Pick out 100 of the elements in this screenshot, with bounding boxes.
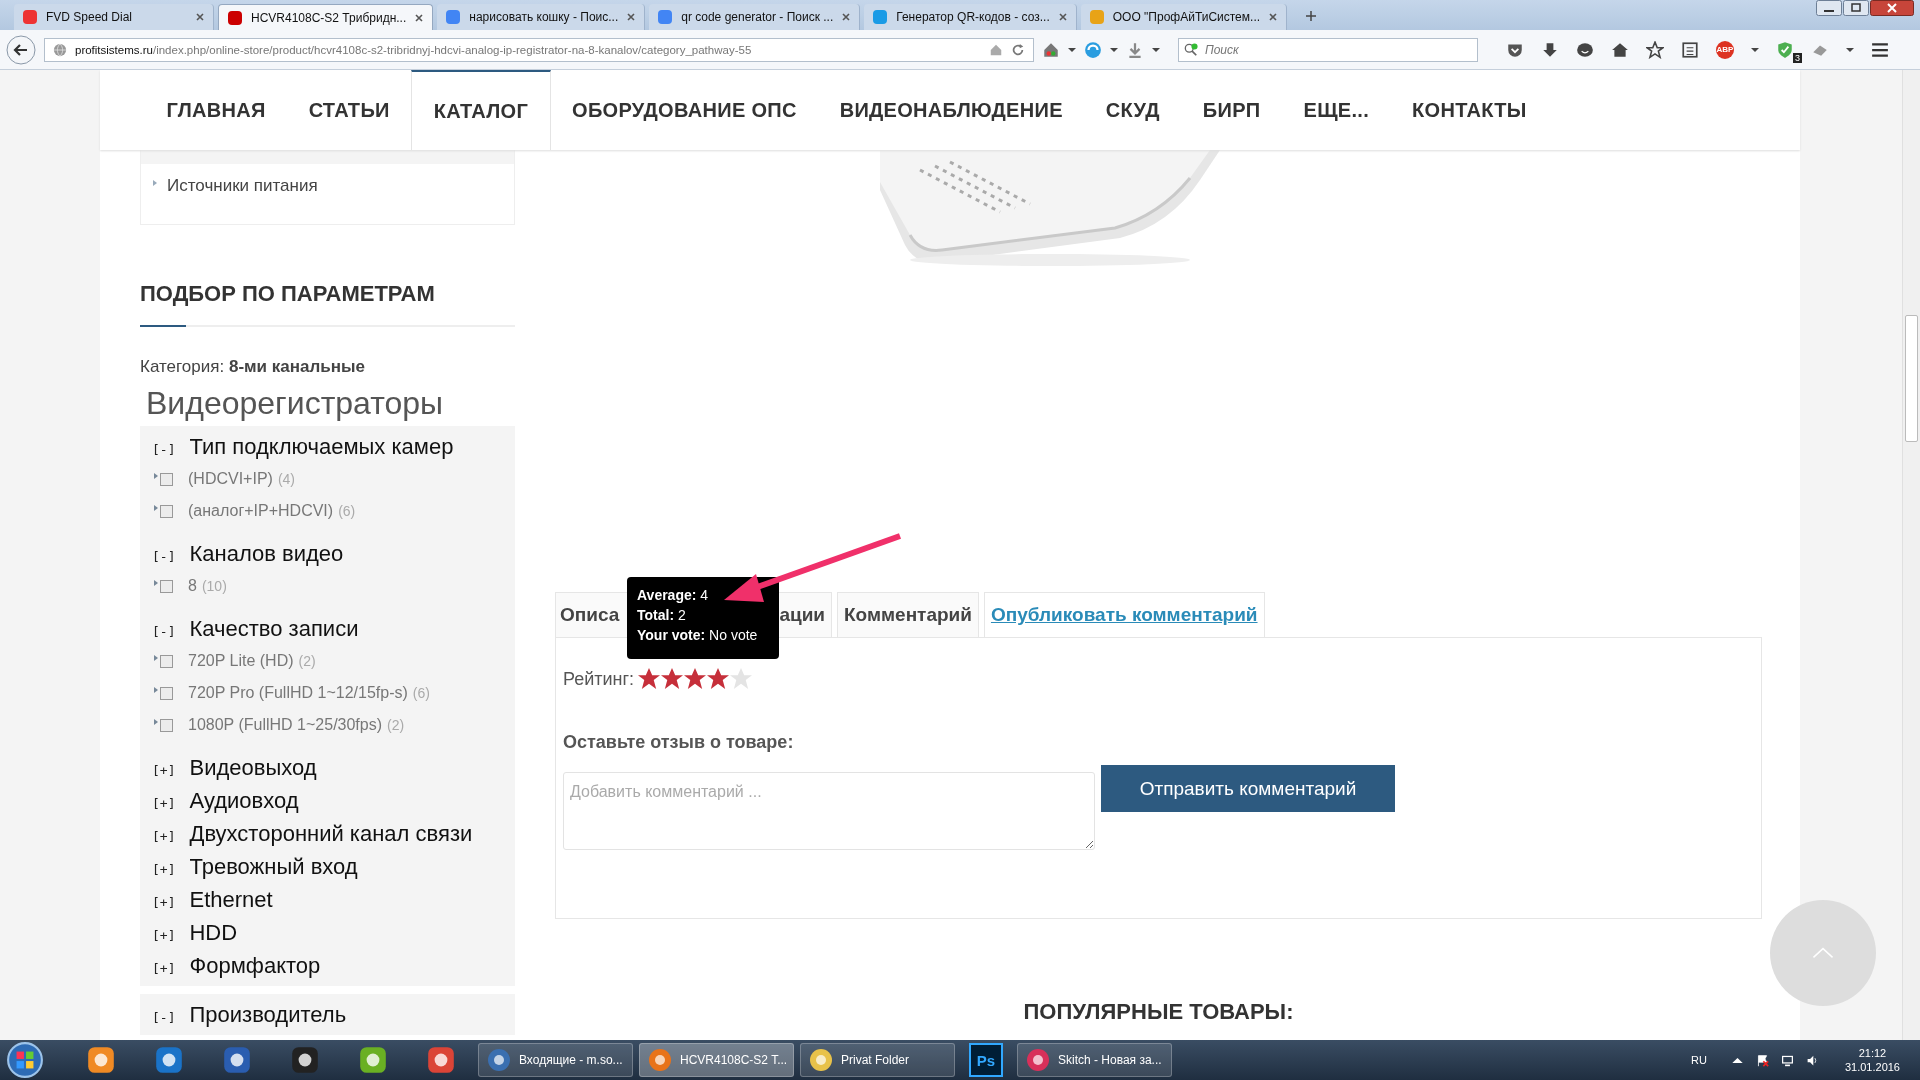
expand-toggle[interactable]: [-] [152,540,176,573]
star-icon[interactable] [684,668,707,690]
reading-list-icon[interactable] [1681,40,1699,59]
caret-icon[interactable] [1068,45,1076,54]
browser-tab[interactable]: HCVR4108C-S2 Трибридн... [218,4,434,30]
browser-tab[interactable]: ООО "ПрофАйТиСистем... [1080,4,1288,30]
expand-toggle[interactable]: [+] [152,820,176,853]
filter-option[interactable]: 8 [188,577,197,595]
checkbox[interactable] [160,579,173,593]
app-icon[interactable] [425,1044,457,1076]
star-icon[interactable] [730,668,753,690]
app-icon[interactable] [357,1044,389,1076]
checkbox[interactable] [160,718,173,732]
shield-icon[interactable] [1776,40,1794,59]
app-icon[interactable] [85,1044,117,1076]
flag-icon[interactable] [1755,1053,1769,1067]
volume-icon[interactable] [1805,1053,1819,1067]
browser-tab[interactable]: Генератор QR-кодов - соз... [864,4,1077,30]
comment-field[interactable]: Добавить комментарий ... [563,772,1095,850]
nav-link[interactable]: БИРП [1181,70,1282,150]
caret-icon[interactable] [1751,45,1759,54]
clock[interactable]: 21:12 31.01.2016 [1844,1046,1900,1074]
filter-group[interactable]: HDD [189,916,238,949]
minimize-icon[interactable] [1816,0,1842,16]
close-icon[interactable] [195,12,205,22]
star-icon[interactable] [1646,40,1664,59]
sync-icon[interactable] [1084,40,1102,59]
star-icon[interactable] [707,668,730,690]
taskbar-button[interactable]: HCVR4108C-S2 T... [639,1043,794,1077]
filter-group[interactable]: Видеовыход [189,751,317,784]
nav-link[interactable]: ЕЩЕ... [1282,70,1391,150]
expand-toggle[interactable]: [-] [152,1001,176,1034]
expand-toggle[interactable]: [-] [152,615,176,648]
filter-option[interactable]: (аналог+IP+HDCVI) [188,502,334,520]
app-icon[interactable]: Ps [969,1043,1003,1077]
caret-icon[interactable] [1110,45,1118,54]
tab[interactable]: Опубликовать комментарий [983,592,1265,637]
expand-toggle[interactable]: [+] [152,886,176,919]
nav-link[interactable]: КОНТАКТЫ [1390,70,1549,150]
close-icon[interactable] [1057,12,1068,22]
checkbox[interactable] [160,472,173,486]
browser-tab[interactable]: FVD Speed Dial [14,4,214,30]
nav-link[interactable]: ОБОРУДОВАНИЕ ОПС [550,70,819,150]
expand-toggle[interactable]: [+] [152,853,176,886]
filter-group[interactable]: Качество записи [189,612,359,645]
taskbar-button[interactable]: Skitch - Новая за... [1017,1043,1172,1077]
menu-icon[interactable] [1871,40,1889,59]
reload-icon[interactable] [1011,42,1025,57]
caret-icon[interactable] [1152,45,1160,54]
download-icon[interactable] [1541,40,1559,59]
filter-group[interactable]: Производитель [189,998,347,1031]
filter-group[interactable]: Формфактор [189,949,321,982]
checkbox[interactable] [160,654,173,668]
filter-group[interactable]: Аудиовход [189,784,299,817]
taskbar-button[interactable]: Privat Folder [800,1043,955,1077]
filter-group[interactable]: Ethernet [189,883,273,916]
close-icon[interactable] [1870,0,1914,16]
scrollbar[interactable] [1902,70,1920,1040]
new-tab-icon[interactable] [1305,10,1318,22]
nav-link[interactable]: СКУД [1084,70,1182,150]
language-indicator[interactable]: RU [1691,1054,1707,1066]
taskbar-button[interactable]: Входящие - m.so... [478,1043,633,1077]
chat-icon[interactable] [1576,40,1594,59]
close-icon[interactable] [841,12,852,22]
star-rating[interactable] [638,668,753,690]
browser-tab[interactable]: нарисовать кошку - Поис... [437,4,646,30]
filter-option[interactable]: (HDCVI+IP) [188,470,273,488]
app-icon[interactable] [221,1044,253,1076]
checkbox[interactable] [160,686,173,700]
menu-link[interactable]: Источники питания [167,176,318,196]
expand-toggle[interactable]: [+] [152,919,176,952]
filter-group[interactable]: Тревожный вход [189,850,358,883]
back-icon[interactable] [6,34,36,65]
nav-link[interactable]: ГЛАВНАЯ [145,70,288,150]
filter-option[interactable]: 720P Lite (HD) [188,652,294,670]
close-icon[interactable] [626,12,637,22]
expand-toggle[interactable]: [+] [152,787,176,820]
filter-group[interactable]: Двухсторонний канал связи [189,817,473,850]
network-icon[interactable] [1780,1053,1794,1067]
filter-option[interactable]: 720P Pro (FullHD 1~12/15fp-s) [188,684,408,702]
submit-button[interactable]: Отправить комментарий [1101,765,1395,812]
nav-link[interactable]: СТАТЬИ [287,70,412,150]
search-field[interactable]: Поиск [1178,37,1478,62]
filter-group[interactable]: Каналов видео [189,537,344,570]
browser-tab[interactable]: qr code generator - Поиск ... [649,4,861,30]
close-icon[interactable] [414,12,425,23]
star-icon[interactable] [638,668,661,690]
checkbox[interactable] [160,504,173,518]
expand-toggle[interactable]: [+] [152,952,176,985]
star-icon[interactable] [661,668,684,690]
address-field[interactable]: profitsistems.ru/index.php/online-store/product/hcvr4108c-s2-tribridnyj-hdcvi-analog-ip-registrator-na-8-kanalov/category_pathway-55 [44,37,1034,62]
maximize-icon[interactable] [1843,0,1869,16]
adblock-icon[interactable]: ABP [1716,40,1734,59]
filter-group[interactable]: Тип подключаемых камер [189,430,454,463]
app-icon[interactable] [153,1044,185,1076]
caret-icon[interactable] [1846,45,1854,54]
tab[interactable]: Комментарий [837,592,979,637]
nav-link[interactable]: ВИДЕОНАБЛЮДЕНИЕ [818,70,1085,150]
start-button[interactable] [6,1041,44,1079]
expand-toggle[interactable]: [+] [152,754,176,787]
